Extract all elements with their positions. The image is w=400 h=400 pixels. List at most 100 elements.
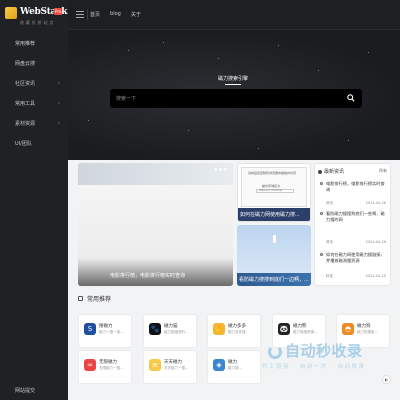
search-tab-magnet[interactable]: 磁力搜索引擎 xyxy=(218,75,248,82)
site-desc: 磁力一搜一接... xyxy=(99,330,124,334)
site-desc: 磁力猫搜资料... xyxy=(164,330,189,334)
news-header: 最新资讯 xyxy=(318,168,344,175)
dialog-url: https://h.x3dd.top/ xyxy=(256,189,294,193)
site-logo-icon: 🐼 xyxy=(278,323,290,335)
slider-dots[interactable] xyxy=(214,168,227,171)
site-name: 无限磁力 xyxy=(99,360,117,365)
bullet-icon xyxy=(320,253,323,256)
site-logo-icon: ≡ xyxy=(149,359,161,371)
dialog-text: 被访问域名为 xyxy=(262,184,281,188)
post-card-howto[interactable]: 请将链接复制到浏览器中播放并访问 被访问域名为 https://h.x3dd.t… xyxy=(237,163,311,222)
slider-caption: 电影排行榜，电影排行榜实时查询 xyxy=(110,273,186,279)
site-logo-icon: ◈ xyxy=(213,359,225,371)
dialog-title: 请将链接复制到浏览器中播放并访问 xyxy=(248,171,297,175)
sidebar-item-label: 常用推荐 xyxy=(15,41,36,47)
logo[interactable]: WebStack Pro 收 藏 优 质 站 点 xyxy=(5,7,68,29)
site-tile[interactable]: ◈ 磁力 磁力搜... xyxy=(207,350,261,384)
card-caption-bar: 看防磁力搜搜到底们一边啊，... xyxy=(237,273,311,286)
site-logo-icon: ◓ xyxy=(342,323,354,335)
site-name: 搜磁力 xyxy=(99,324,113,329)
sidebar-item-label: 社区资讯 xyxy=(15,81,36,87)
site-name: 磁力 xyxy=(228,360,237,365)
sidebar-item-cloud-search[interactable]: 网盘云搜 xyxy=(0,54,68,74)
latest-news-panel: 最新资讯 所有 电影排行榜，电影排行榜实时查询 资讯 2024-04-26 看防… xyxy=(314,163,391,286)
site-logo-icon: S xyxy=(84,323,96,335)
chevron-right-icon: › xyxy=(57,80,60,87)
news-more-link[interactable]: 所有 xyxy=(379,168,387,174)
nav-link-about[interactable]: 关于 xyxy=(131,11,141,18)
news-icon xyxy=(318,169,322,174)
news-title: 最新资讯 xyxy=(324,169,345,175)
site-name: 磁力猫 xyxy=(164,324,178,329)
sidebar-item-label: UI/团队 xyxy=(15,141,32,147)
section-icon xyxy=(78,296,83,301)
site-logo-icon: ∞ xyxy=(84,359,96,371)
site-name: 天天磁力 xyxy=(164,360,182,365)
news-item-category: 资讯 xyxy=(326,201,333,205)
chevron-right-icon: › xyxy=(57,120,60,127)
slider-photo xyxy=(78,163,233,185)
sidebar-item-ui-team[interactable]: UI/团队 xyxy=(0,134,68,154)
sidebar-item-community[interactable]: 社区资讯 › xyxy=(0,74,68,94)
theme-toggle-button[interactable]: ◐ xyxy=(382,375,391,384)
card-caption: 看防磁力搜搜到底们一边啊，... xyxy=(239,277,309,283)
chevron-right-icon: › xyxy=(57,100,60,107)
site-logo-icon: ✋ xyxy=(213,323,225,335)
bullet-icon xyxy=(320,212,323,215)
search-icon[interactable] xyxy=(347,94,355,102)
search-bar[interactable]: 搜索一下 xyxy=(110,89,362,108)
news-item[interactable]: 电影排行榜，电影排行榜实时查询 资讯 2024-04-26 xyxy=(320,181,388,211)
logo-tagline: 收 藏 优 质 站 点 xyxy=(20,20,54,25)
card-caption-bar: 如何在磁力网使用磁力搜... xyxy=(238,208,310,221)
site-tile[interactable]: ≡ 天天磁力 天天磁力一搜... xyxy=(143,350,197,384)
site-desc: 磁力熊搜资源... xyxy=(293,330,318,334)
sidebar: WebStack Pro 收 藏 优 质 站 点 常用推荐 网盘云搜 社区资讯 ›… xyxy=(0,0,68,400)
sidebar-item-label: 素材资源 xyxy=(15,121,36,127)
dialog-preview: 请将链接复制到浏览器中播放并访问 被访问域名为 https://h.x3dd.t… xyxy=(241,167,307,207)
watermark-text: 自动秒收录 xyxy=(285,342,363,360)
site-desc: 天天磁力一搜... xyxy=(164,366,189,370)
site-tile[interactable]: S 搜磁力 磁力一搜一接... xyxy=(78,314,132,348)
news-item[interactable]: 如何在磁力网使用磁力搜链接，并播放磁测量资源 科技 2024-04-25 xyxy=(320,252,388,282)
sidebar-item-recommend[interactable]: 常用推荐 xyxy=(0,34,68,54)
news-item-category: 科技 xyxy=(326,274,333,278)
hand-icon xyxy=(273,235,276,243)
site-tile[interactable]: ∞ 无限磁力 无限磁力一搜... xyxy=(78,350,132,384)
watermark-logo-icon xyxy=(268,344,282,359)
search-input[interactable]: 搜索一下 xyxy=(116,95,136,102)
sidebar-item-label: 常用工具 xyxy=(15,101,36,107)
logo-badge: Pro xyxy=(54,8,63,15)
news-item-date: 2024-04-25 xyxy=(365,274,386,278)
bullet-icon xyxy=(320,182,323,185)
hero-banner: 磁力搜索引擎 搜索一下 xyxy=(68,30,400,160)
site-tile[interactable]: 🐾 磁力猫 磁力猫搜资料... xyxy=(143,314,197,348)
slider-caption-bar: 电影排行榜，电影排行榜实时查询 xyxy=(78,258,233,286)
nav-link-home[interactable]: 首页 xyxy=(90,11,100,18)
news-item-title[interactable]: 看防磁力搜搜到底们一些啊，磁力搜的网 xyxy=(326,211,388,223)
sidebar-nav: 常用推荐 网盘云搜 社区资讯 › 常用工具 › 素材资源 › UI/团队 xyxy=(0,34,68,154)
news-item-title[interactable]: 如何在磁力网使用磁力搜链接，并播放磁测量资源 xyxy=(326,252,388,264)
logo-mark-icon xyxy=(5,7,17,19)
sidebar-item-tools[interactable]: 常用工具 › xyxy=(0,94,68,114)
section-title: 常用推荐 xyxy=(78,294,111,303)
news-item[interactable]: 看防磁力搜搜到底们一些啊，磁力搜的网 资讯 2024-04-26 xyxy=(320,211,388,244)
post-card-anti[interactable]: 看防磁力搜搜到底们一边啊，... xyxy=(237,225,311,286)
featured-slider[interactable]: 电影排行榜，电影排行榜实时查询 xyxy=(78,163,233,286)
divider xyxy=(87,9,88,20)
site-tile[interactable]: ✋ 磁力多多 磁力多多搜... xyxy=(207,314,261,348)
watermark-subtext: 秒上链接 · 自动一次 · 自动收录 xyxy=(262,364,366,370)
top-bar: 首页 blog 关于 xyxy=(68,0,400,30)
site-desc: 磁力狗搜索... xyxy=(357,330,378,334)
site-name: 磁力熊 xyxy=(293,324,307,329)
sidebar-item-label: 网盘云搜 xyxy=(15,61,36,67)
site-desc: 磁力多多搜... xyxy=(228,330,249,334)
menu-toggle-icon[interactable] xyxy=(76,11,84,18)
news-item-title[interactable]: 电影排行榜，电影排行榜实时查询 xyxy=(326,181,388,193)
news-item-date: 2024-04-26 xyxy=(365,201,386,205)
nav-link-blog[interactable]: blog xyxy=(110,11,121,18)
top-nav: 首页 blog 关于 xyxy=(90,11,141,18)
site-logo-icon: 🐾 xyxy=(149,323,161,335)
sidebar-item-assets[interactable]: 素材资源 › xyxy=(0,114,68,134)
submit-site-link[interactable]: 网站提交 xyxy=(15,387,35,394)
site-desc: 磁力搜... xyxy=(228,366,242,370)
